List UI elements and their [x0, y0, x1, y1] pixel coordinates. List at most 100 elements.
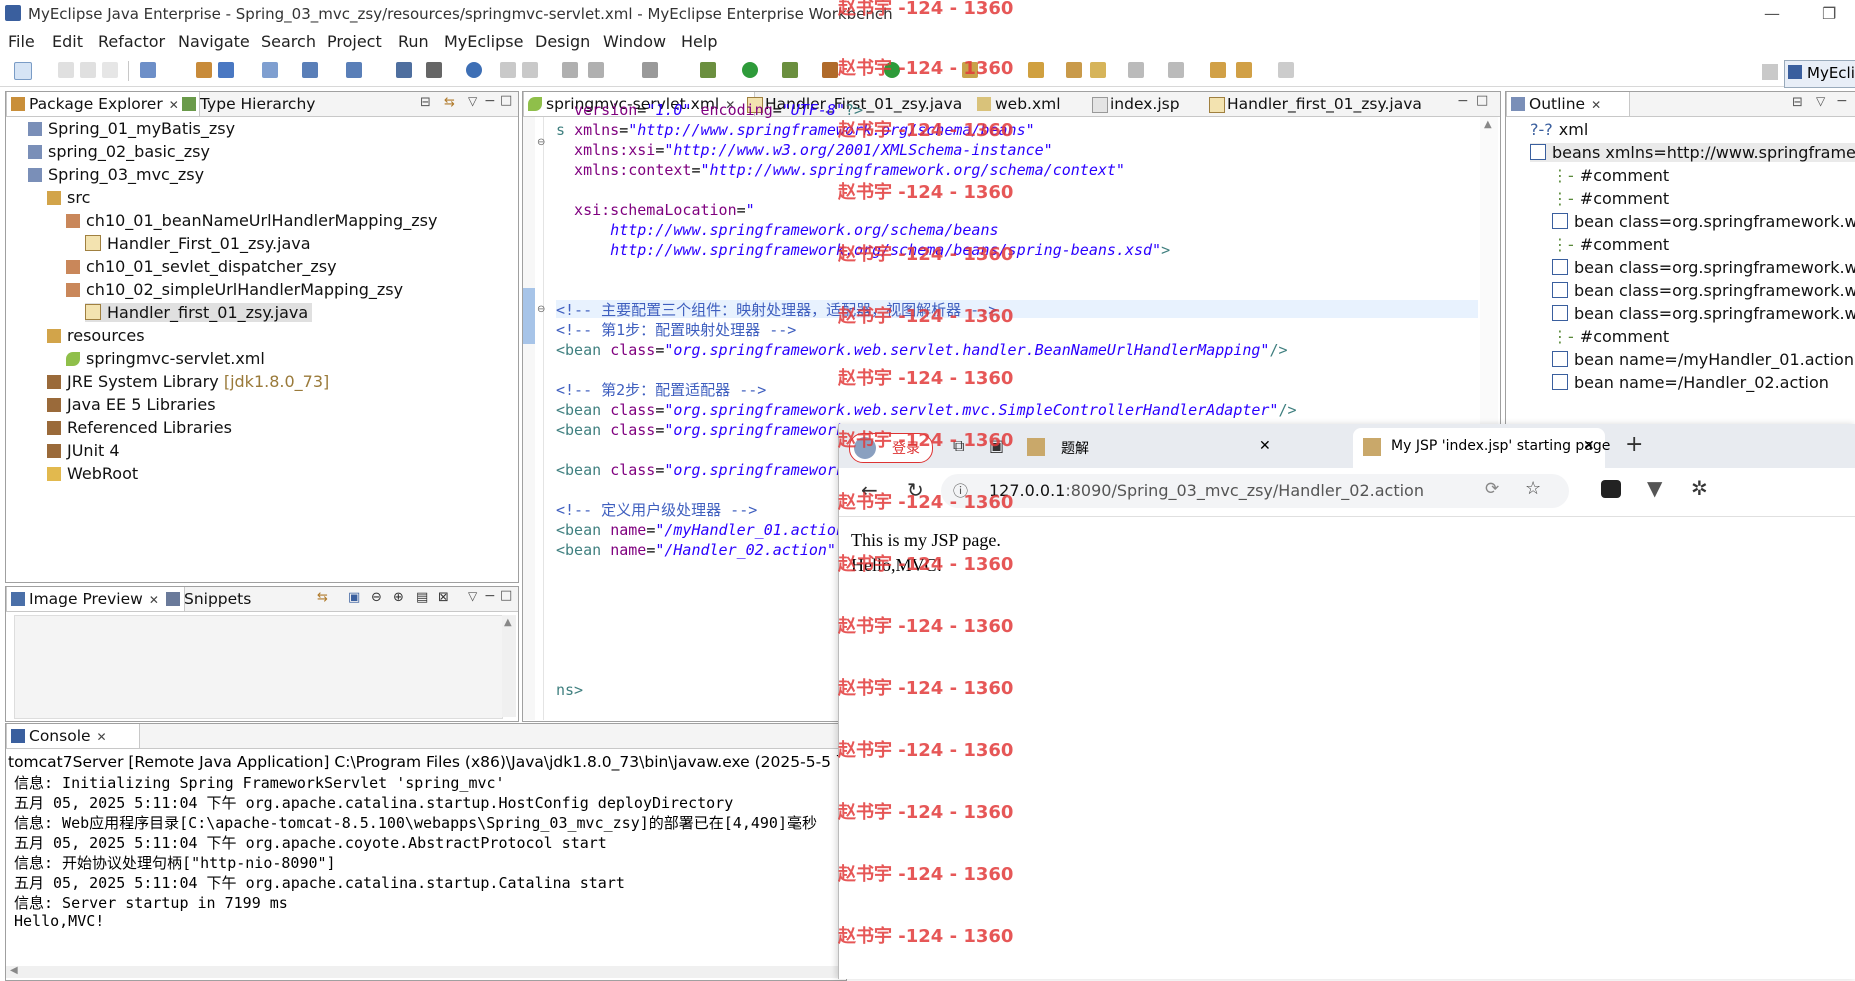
minimize-view-icon[interactable]: − — [484, 93, 496, 109]
extensions-puzzle-icon[interactable]: ✲ — [1691, 476, 1708, 500]
image-icon[interactable]: ▣ — [348, 590, 360, 605]
code-line[interactable]: xmlns:context="http://www.springframewor… — [556, 160, 1125, 180]
zoom-in-icon[interactable]: ⊕ — [393, 590, 404, 605]
restore-button[interactable]: ❐ — [1822, 4, 1836, 23]
close-tab-icon[interactable]: ✕ — [1259, 438, 1271, 454]
tree-item[interactable]: ch10_01_beanNameUrlHandlerMapping_zsy — [66, 211, 437, 230]
actual-size-icon[interactable]: ▤ — [416, 590, 428, 605]
close-tab-icon[interactable]: ✕ — [1583, 438, 1595, 454]
menu-design[interactable]: Design — [535, 32, 590, 51]
outline-item[interactable]: bean class=org.springframework.web.s — [1552, 281, 1855, 300]
outline-item[interactable]: bean class=org.springframework.web.s — [1552, 304, 1855, 323]
minimize-button[interactable]: — — [1764, 4, 1780, 23]
tree-item-selected[interactable]: Handler_first_01_zsy.java — [85, 303, 313, 322]
menu-edit[interactable]: Edit — [52, 32, 83, 51]
fold-icon[interactable]: ⊖ — [537, 304, 545, 315]
tab-image-preview[interactable]: Image Preview ✕ — [6, 587, 185, 611]
menu-search[interactable]: Search — [261, 32, 316, 51]
perspective-button[interactable]: MyEcli — [1784, 60, 1855, 88]
tab-outline[interactable]: Outline ✕ — [1506, 92, 1630, 116]
close-icon[interactable]: ✕ — [1591, 98, 1601, 112]
back-icon[interactable] — [1236, 62, 1252, 78]
open-file-icon[interactable] — [500, 62, 516, 78]
next-annotation-icon[interactable] — [1128, 62, 1144, 78]
browser-tab-tijie[interactable]: 题解 ✕ — [1023, 430, 1279, 468]
tab-snippets[interactable]: Snippets — [162, 587, 294, 611]
run-config-icon[interactable] — [782, 62, 798, 78]
menu-myeclipse[interactable]: MyEclipse — [444, 32, 523, 51]
browser-icon[interactable] — [426, 62, 442, 78]
settings-icon[interactable] — [562, 62, 578, 78]
tree-item[interactable]: resources — [47, 326, 145, 345]
menu-navigate[interactable]: Navigate — [178, 32, 250, 51]
maximize-view-icon[interactable]: □ — [500, 93, 512, 108]
code-line[interactable]: <!-- 第1步：配置映射处理器 --> — [556, 320, 796, 340]
tab-index-jsp[interactable]: index.jsp — [1088, 92, 1210, 116]
code-line[interactable]: <bean name="/Handler_02.action" — [556, 540, 836, 560]
open-project-icon[interactable] — [522, 62, 538, 78]
view-menu-icon[interactable]: ▽ — [468, 589, 477, 603]
close-icon[interactable]: ✕ — [97, 730, 107, 744]
last-edit-icon[interactable] — [1210, 62, 1226, 78]
tab-console[interactable]: Console ✕ — [6, 724, 140, 748]
collapse-all-icon[interactable]: ⊟ — [1792, 95, 1803, 110]
url-field[interactable]: ⓘ 127.0.0.1:8090/Spring_03_mvc_zsy/Handl… — [941, 474, 1569, 508]
mail-icon[interactable] — [588, 62, 604, 78]
tree-item[interactable]: ch10_02_simpleUrlHandlerMapping_zsy — [66, 280, 403, 299]
tree-item[interactable]: WebRoot — [47, 464, 138, 483]
fit-icon[interactable]: ⊠ — [438, 590, 449, 605]
minimize-view-icon[interactable]: − — [484, 588, 496, 604]
tab-package-explorer[interactable]: Package Explorer ✕ — [6, 92, 200, 116]
code-line[interactable]: <bean class="org.springframework — [556, 420, 845, 440]
globe-icon[interactable] — [466, 62, 482, 78]
menu-window[interactable]: Window — [603, 32, 666, 51]
maximize-view-icon[interactable]: □ — [500, 588, 512, 603]
tree-item[interactable]: Handler_First_01_zsy.java — [85, 234, 311, 253]
tab-handler-first-lower-java[interactable]: Handler_first_01_zsy.java — [1205, 92, 1457, 116]
outline-item[interactable]: ⋮- #comment — [1552, 189, 1669, 208]
deploy-icon[interactable] — [196, 62, 212, 78]
code-line[interactable]: <bean name="/myHandler_01.action — [556, 520, 845, 540]
code-line[interactable]: xsi:schemaLocation=" — [556, 200, 755, 220]
view-menu-icon[interactable]: ▽ — [468, 94, 477, 108]
camera-icon[interactable] — [642, 62, 658, 78]
search-icon[interactable] — [346, 62, 362, 78]
server-icon[interactable] — [218, 62, 234, 78]
outline-item[interactable]: bean class=org.springframework.web.s — [1552, 212, 1855, 231]
build-icon[interactable] — [140, 62, 156, 78]
new-icon[interactable] — [14, 62, 32, 80]
fold-icon[interactable]: ⊖ — [537, 137, 545, 148]
new-tab-icon[interactable]: + — [1625, 432, 1643, 457]
tree-item[interactable]: spring_02_basic_zsy — [28, 142, 210, 161]
link-editor-icon[interactable]: ⇆ — [444, 95, 455, 110]
prev-annotation-icon[interactable] — [1168, 62, 1184, 78]
tab-web-xml[interactable]: web.xml — [973, 92, 1095, 116]
outline-item-selected[interactable]: beans xmlns=http://www.springframewor — [1530, 143, 1855, 162]
outline-item[interactable]: ?-? xml — [1530, 120, 1588, 139]
translate-icon[interactable]: ⟳ — [1485, 479, 1499, 499]
maximize-view-icon[interactable]: □ — [1476, 93, 1488, 108]
run-icon[interactable] — [742, 62, 758, 78]
sync-icon[interactable]: ⇆ — [317, 590, 328, 605]
open-type-icon[interactable] — [262, 62, 278, 78]
zoom-out-icon[interactable]: ⊖ — [371, 590, 382, 605]
tab-type-hierarchy[interactable]: Type Hierarchy — [178, 92, 350, 116]
favorite-star-icon[interactable]: ☆ — [1525, 478, 1541, 499]
minimize-view-icon[interactable]: − — [1457, 93, 1469, 109]
code-line[interactable]: ns> — [556, 680, 583, 700]
close-icon[interactable]: ✕ — [149, 593, 159, 607]
collapse-all-icon[interactable]: ⊟ — [420, 95, 431, 110]
outline-item[interactable]: ⋮- #comment — [1552, 166, 1669, 185]
new-wizard-icon[interactable] — [302, 62, 318, 78]
extension-icon[interactable] — [1601, 480, 1621, 498]
tree-item[interactable]: Java EE 5 Libraries — [47, 395, 216, 414]
debug-icon[interactable] — [700, 62, 716, 78]
note-icon[interactable] — [1090, 62, 1106, 78]
forward-icon[interactable] — [1278, 62, 1294, 78]
code-line[interactable]: <bean class="org.springframework.web.ser… — [556, 340, 1288, 360]
tree-item[interactable]: ch10_01_sevlet_dispatcher_zsy — [66, 257, 337, 276]
code-line[interactable]: <bean class="org.springframework.web.ser… — [556, 400, 1297, 420]
web-icon[interactable] — [396, 62, 412, 78]
console-scrollbar[interactable]: ◀ — [6, 965, 844, 978]
open-folder-icon[interactable] — [1028, 62, 1044, 78]
